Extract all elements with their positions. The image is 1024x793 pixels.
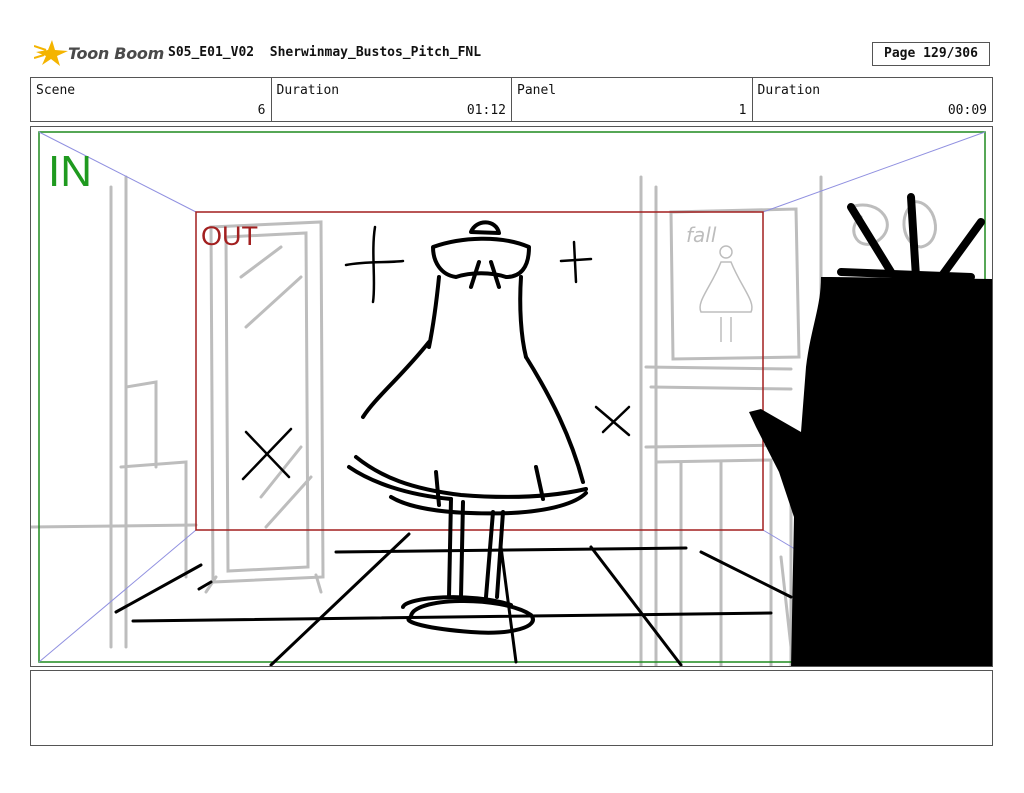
poster-text: fall bbox=[686, 223, 717, 247]
panel-value: 1 bbox=[738, 103, 747, 118]
scene-label: Scene bbox=[36, 83, 76, 98]
panel-cell: Panel 1 bbox=[512, 78, 753, 121]
scene-cell: Scene 6 bbox=[31, 78, 272, 121]
logo-star-icon bbox=[33, 40, 68, 66]
in-label: IN bbox=[48, 147, 92, 196]
panel-duration-cell: Duration 00:09 bbox=[753, 78, 993, 121]
dress-form-sketch bbox=[347, 220, 588, 635]
out-frame bbox=[195, 211, 764, 531]
panel-duration-label: Duration bbox=[757, 83, 821, 98]
scene-duration-value: 01:12 bbox=[466, 103, 506, 118]
notes-box[interactable] bbox=[30, 670, 993, 746]
scene-duration-label: Duration bbox=[276, 83, 340, 98]
storyboard-panel: fall IN OUT bbox=[30, 126, 993, 667]
panel-info-row: Scene 6 Duration 01:12 Panel 1 Duration … bbox=[30, 77, 993, 122]
logo-text: Toon Boom bbox=[68, 44, 164, 63]
panel-drawing: fall bbox=[31, 131, 992, 666]
scene-value: 6 bbox=[257, 103, 266, 118]
out-label: OUT bbox=[201, 221, 258, 251]
project-title: S05_E01_V02 Sherwinmay_Bustos_Pitch_FNL bbox=[168, 45, 482, 60]
page-counter: Page 129/306 bbox=[872, 42, 990, 66]
panel-duration-value: 00:09 bbox=[947, 103, 987, 118]
panel-label: Panel bbox=[517, 83, 557, 98]
scene-duration-cell: Duration 01:12 bbox=[272, 78, 512, 121]
